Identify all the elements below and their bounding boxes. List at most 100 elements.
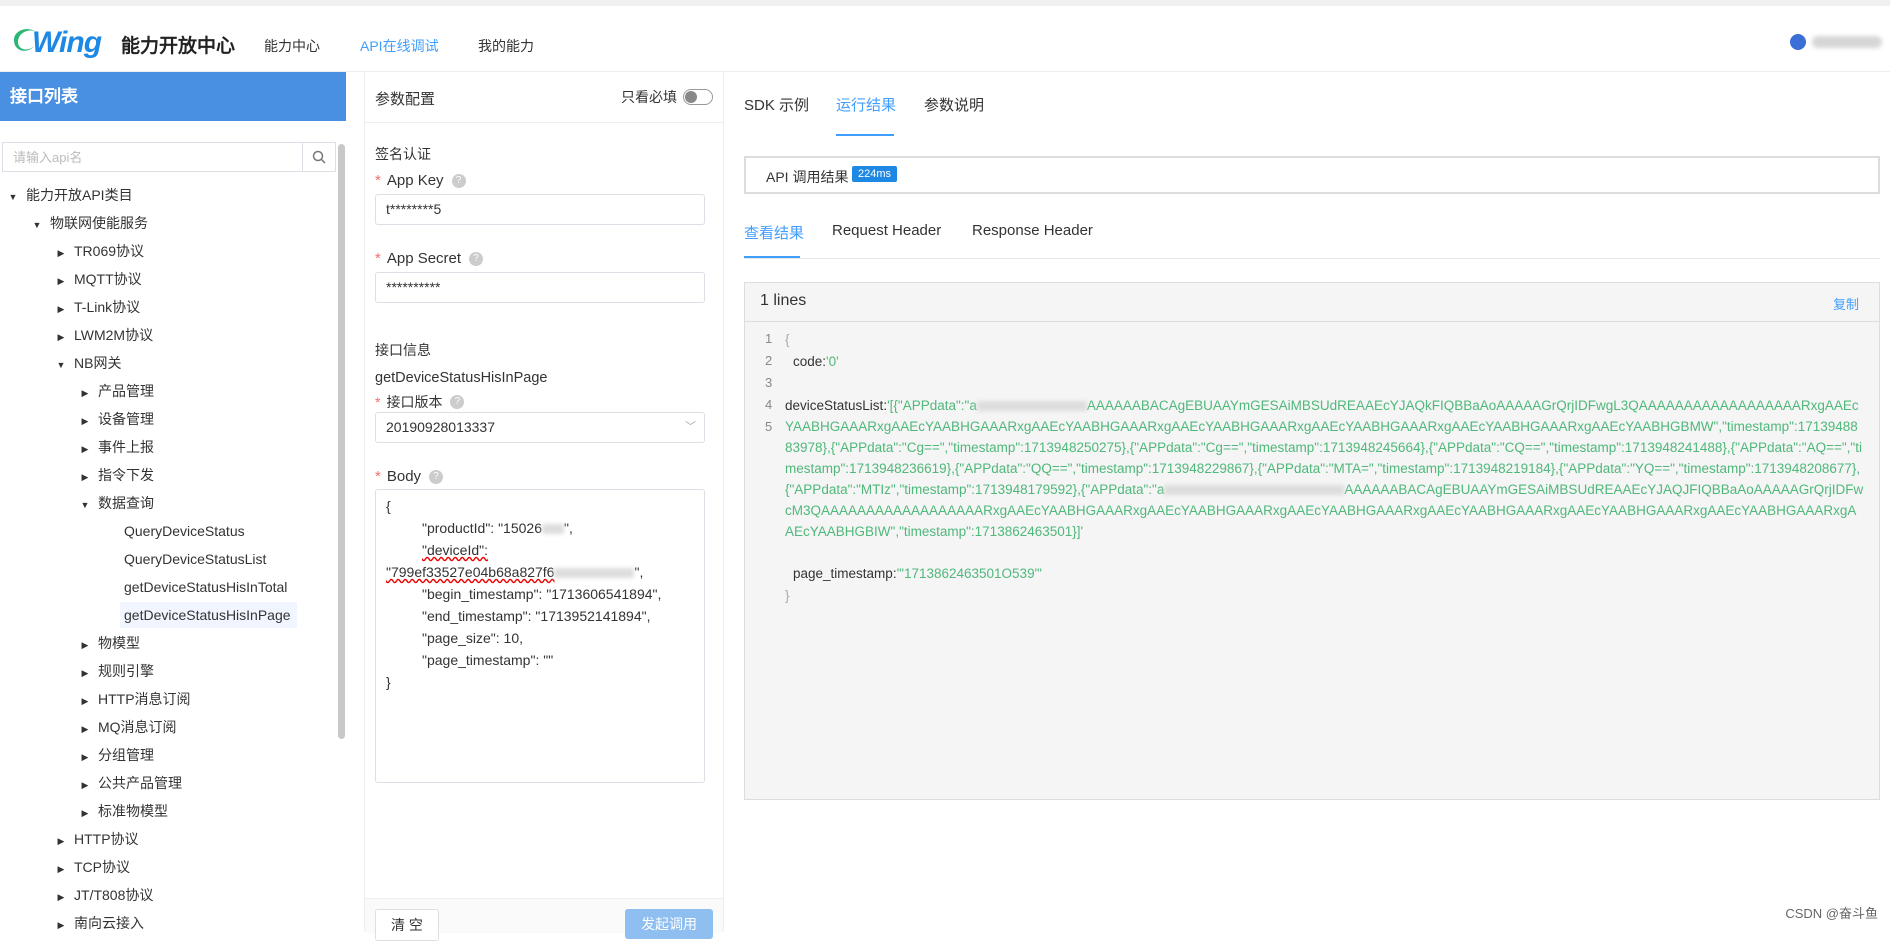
required-only-switch[interactable]: 只看必填 [621, 87, 713, 107]
tree-leaf-query-status-list[interactable]: QueryDeviceStatusList [124, 546, 266, 572]
help-icon[interactable]: ? [450, 395, 465, 409]
subtab-request-header[interactable]: Request Header [832, 222, 941, 239]
version-select[interactable]: 20190928013337 ﹀ [375, 412, 705, 443]
tab-sdk-example[interactable]: SDK 示例 [744, 94, 809, 115]
caret-right-icon: ▶ [81, 640, 89, 650]
redacted-block [554, 568, 635, 579]
app-title: 能力开放中心 [121, 36, 236, 57]
help-icon[interactable]: ? [469, 251, 484, 266]
help-icon[interactable]: ? [429, 469, 444, 484]
subtab-response-header[interactable]: Response Header [972, 222, 1093, 239]
version-label: * 接口版本? [375, 392, 465, 412]
tree-node-mqtt[interactable]: ▶ MQTT协议 [54, 266, 142, 292]
user-avatar-icon [1790, 34, 1806, 50]
tree-node-data-query[interactable]: ▼ 数据查询 [78, 490, 154, 516]
api-name: getDeviceStatusHisInPage [375, 370, 548, 386]
caret-right-icon: ▶ [81, 444, 89, 454]
tree-node-rule[interactable]: ▶ 规则引擎 [78, 658, 154, 684]
caret-right-icon: ▶ [81, 472, 89, 482]
caret-down-icon: ▼ [56, 360, 66, 370]
json-open-brace: { [785, 332, 790, 347]
caret-right-icon: ▶ [81, 668, 89, 678]
caret-right-icon: ▶ [57, 864, 65, 874]
tab-param-docs[interactable]: 参数说明 [924, 94, 984, 115]
api-call-result-bar: API 调用结果 224ms [744, 156, 1880, 194]
caret-right-icon: ▶ [81, 696, 89, 706]
user-menu[interactable] [1790, 34, 1882, 50]
subtab-view-result[interactable]: 查看结果 [744, 222, 804, 243]
nav-my-ability[interactable]: 我的能力 [478, 36, 534, 56]
tree-node-group[interactable]: ▶ 分组管理 [78, 742, 154, 768]
tree-node-root[interactable]: ▼ 能力开放API类目 [6, 182, 133, 208]
caret-down-icon: ▼ [32, 220, 42, 230]
tree-node-public-product[interactable]: ▶ 公共产品管理 [78, 770, 182, 796]
send-request-button[interactable]: 发起调用 [625, 909, 713, 939]
tree-node-http-sub[interactable]: ▶ HTTP消息订阅 [78, 686, 191, 712]
result-panel: SDK 示例 运行结果 参数说明 API 调用结果 224ms 查看结果 Req… [724, 72, 1890, 932]
tree-node-command[interactable]: ▶ 指令下发 [78, 462, 154, 488]
help-icon[interactable]: ? [451, 173, 466, 188]
line-number: 3 [765, 375, 773, 390]
redacted-block [976, 401, 1087, 412]
tree-leaf-query-status[interactable]: QueryDeviceStatus [124, 518, 245, 544]
tree-node-event[interactable]: ▶ 事件上报 [78, 434, 154, 460]
nav-ability-center[interactable]: 能力中心 [264, 36, 320, 56]
clear-button[interactable]: 清 空 [375, 909, 439, 941]
tree-node-iot[interactable]: ▼ 物联网使能服务 [30, 210, 148, 236]
caret-right-icon: ▶ [81, 388, 89, 398]
tree-node-nb[interactable]: ▼ NB网关 [54, 350, 122, 376]
tree-node-tcp[interactable]: ▶ TCP协议 [54, 854, 130, 880]
json-close-brace: } [785, 588, 790, 603]
tree-node-lwm2m[interactable]: ▶ LWM2M协议 [54, 322, 154, 348]
tree-node-thing-model[interactable]: ▶ 物模型 [78, 630, 140, 656]
search-icon [312, 150, 326, 164]
active-tab-indicator [836, 134, 894, 136]
caret-right-icon: ▶ [57, 836, 65, 846]
tree-node-mq-sub[interactable]: ▶ MQ消息订阅 [78, 714, 177, 740]
call-result-label: API 调用结果 [766, 169, 849, 185]
body-textarea[interactable]: { "productId": "15026 ", "deviceId": "799… [375, 489, 705, 783]
tree-leaf-his-total[interactable]: getDeviceStatusHisInTotal [124, 574, 287, 600]
api-search-input[interactable] [3, 143, 302, 171]
tree-node-tr069[interactable]: ▶ TR069协议 [54, 238, 145, 264]
result-subtabs: 查看结果 Request Header Response Header [744, 212, 1880, 259]
toggle-switch[interactable] [683, 89, 713, 105]
result-code-viewer: 1 lines 复制 1 2 3 4 5 { code:'0' deviceSt… [744, 282, 1880, 800]
tab-run-result[interactable]: 运行结果 [836, 94, 896, 115]
auth-section-title: 签名认证 [375, 146, 431, 162]
tree-node-south-cloud[interactable]: ▶ 南向云接入 [54, 910, 144, 936]
caret-down-icon: ▼ [8, 192, 18, 202]
watermark: CSDN @奋斗鱼 [1785, 906, 1878, 921]
tree-node-product[interactable]: ▶ 产品管理 [78, 378, 154, 404]
param-panel-header: 参数配置 只看必填 [365, 72, 723, 123]
tree-leaf-his-page[interactable]: getDeviceStatusHisInPage [120, 602, 297, 628]
line-number: 5 [765, 419, 773, 434]
tree-node-device[interactable]: ▶ 设备管理 [78, 406, 154, 432]
line-number: 2 [765, 353, 773, 368]
tree-node-std-model[interactable]: ▶ 标准物模型 [78, 798, 168, 824]
caret-right-icon: ▶ [57, 892, 65, 902]
caret-right-icon: ▶ [57, 304, 65, 314]
app-key-input[interactable]: t********5 [375, 194, 705, 225]
app-key-label: * App Key? [375, 172, 466, 189]
search-button[interactable] [302, 143, 335, 171]
logo[interactable]: Wing [10, 20, 102, 64]
sidebar-scrollbar[interactable] [338, 144, 345, 739]
body-label: * Body? [375, 468, 444, 485]
logo-text: Wing [32, 26, 102, 59]
caret-right-icon: ▶ [81, 752, 89, 762]
json-page-timestamp-line: page_timestamp:'"1713862463501O539"' [793, 566, 1042, 581]
api-section-title: 接口信息 [375, 342, 431, 358]
sidebar-title: 接口列表 [0, 72, 346, 121]
call-time-badge: 224ms [852, 166, 898, 182]
json-device-status-line: deviceStatusList:'[{"APPdata":"a AAAAAABA… [785, 398, 1864, 539]
copy-button[interactable]: 复制 [1833, 294, 1859, 313]
app-secret-input[interactable]: ********** [375, 272, 705, 303]
nav-api-debug[interactable]: API在线调试 [360, 36, 439, 56]
tree-node-jtt808[interactable]: ▶ JT/T808协议 [54, 882, 154, 908]
caret-right-icon: ▶ [57, 276, 65, 286]
tree-node-http[interactable]: ▶ HTTP协议 [54, 826, 139, 852]
chevron-down-icon: ﹀ [685, 421, 696, 433]
tree-node-tlink[interactable]: ▶ T-Link协议 [54, 294, 141, 320]
caret-right-icon: ▶ [81, 808, 89, 818]
